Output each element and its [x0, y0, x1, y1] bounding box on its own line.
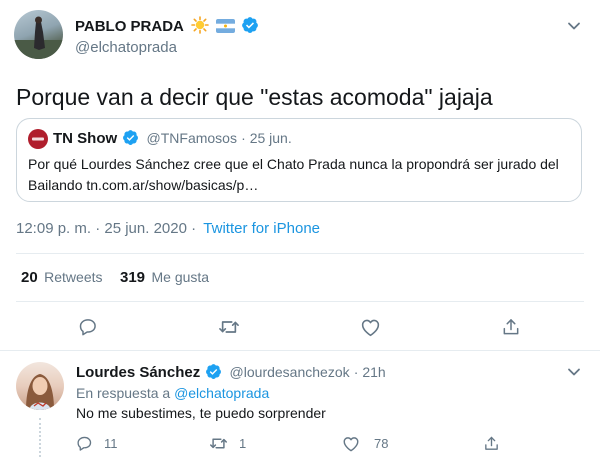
- verified-badge-icon: [205, 363, 222, 384]
- share-icon: [483, 435, 500, 452]
- quote-text: Por qué Lourdes Sánchez cree que el Chat…: [28, 156, 559, 193]
- likes-label: Me gusta: [151, 269, 210, 285]
- quote-author-handle[interactable]: @TNFamosos: [147, 130, 237, 146]
- divider: [16, 253, 584, 254]
- like-icon: [342, 435, 360, 452]
- reply-context-prefix: En respuesta a: [76, 385, 171, 401]
- verified-badge-icon: [122, 129, 139, 150]
- retweets-count: 20: [21, 269, 38, 286]
- sun-emoji-icon: [191, 16, 210, 39]
- tweet-source[interactable]: Twitter for iPhone: [203, 220, 320, 237]
- tweet-timestamp[interactable]: 12:09 p. m. · 25 jun. 2020 ·: [16, 220, 196, 237]
- like-icon[interactable]: [356, 313, 384, 341]
- chevron-down-icon[interactable]: [562, 14, 586, 38]
- verified-badge-icon: [241, 16, 259, 39]
- author-handle[interactable]: @elchatoprada: [75, 39, 177, 56]
- likes-count: 319: [120, 269, 146, 286]
- reply-share-button[interactable]: [483, 433, 500, 453]
- argentina-flag-icon: [215, 19, 235, 38]
- retweets-label: Retweets: [44, 269, 103, 285]
- reply-like-button[interactable]: 78: [342, 433, 388, 453]
- reply-replies-count: 11: [104, 435, 118, 451]
- thread-connector: [39, 418, 41, 457]
- tweet-meta: 12:09 p. m. · 25 jun. 2020 · Twitter for…: [16, 220, 320, 237]
- author-name-row[interactable]: PABLO PRADA: [75, 16, 259, 39]
- tweet-text: Porque van a decir que "estas acomoda" j…: [16, 84, 493, 110]
- quote-avatar[interactable]: [28, 129, 48, 149]
- divider: [0, 350, 600, 351]
- quote-date[interactable]: · 25 jun.: [241, 130, 292, 146]
- reply-likes-count: 78: [374, 435, 389, 451]
- reply-retweet-button[interactable]: 1: [209, 433, 246, 453]
- reply-icon: [76, 435, 93, 452]
- reply-reply-button[interactable]: 11: [76, 433, 118, 453]
- retweets-stat[interactable]: 20 Retweets: [21, 269, 103, 287]
- reply-author-avatar[interactable]: [16, 362, 64, 410]
- reply-time[interactable]: · 21h: [354, 364, 386, 380]
- reply-author-handle[interactable]: @lourdesanchezok: [230, 364, 350, 380]
- reply-context-handle[interactable]: @elchatoprada: [174, 385, 269, 401]
- author-name[interactable]: PABLO PRADA: [75, 18, 184, 35]
- retweet-icon[interactable]: [215, 313, 243, 341]
- share-icon[interactable]: [497, 313, 525, 341]
- retweet-icon: [209, 435, 228, 452]
- divider: [16, 301, 584, 302]
- reply-header: Lourdes Sánchez @lourdesanchezok · 21h: [76, 363, 386, 384]
- reply-author-name[interactable]: Lourdes Sánchez: [76, 364, 200, 381]
- quote-author-name[interactable]: TN Show: [53, 130, 117, 147]
- likes-stat[interactable]: 319 Me gusta: [120, 269, 209, 287]
- reply-text: No me subestimes, te puedo sorprender: [76, 405, 326, 421]
- reply-icon[interactable]: [74, 313, 102, 341]
- quote-header: TN Show @TNFamosos · 25 jun.: [53, 129, 292, 150]
- reply-context: En respuesta a @elchatoprada: [76, 385, 269, 401]
- reply-retweets-count: 1: [239, 435, 247, 451]
- author-avatar[interactable]: [14, 10, 63, 59]
- chevron-down-icon[interactable]: [562, 360, 586, 384]
